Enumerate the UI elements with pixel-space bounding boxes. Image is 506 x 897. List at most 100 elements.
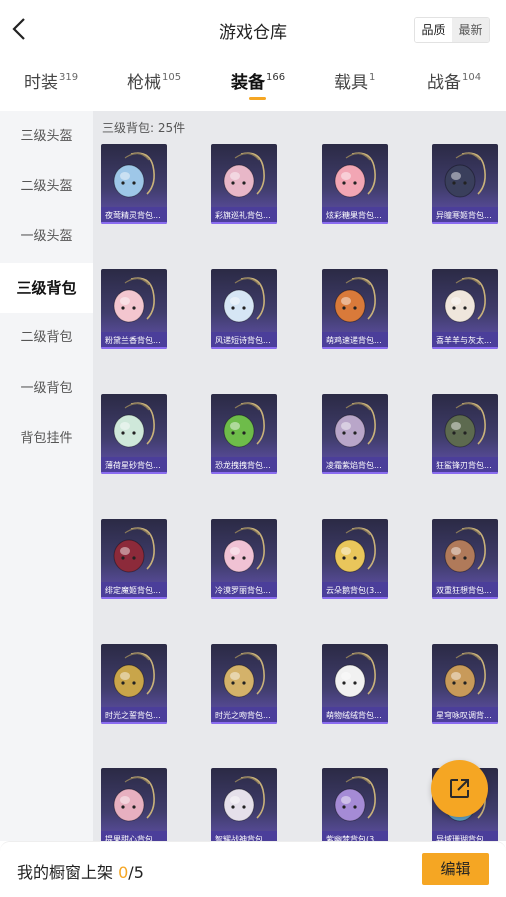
backpack-image — [211, 519, 277, 582]
tab-label: 战备 — [427, 73, 461, 93]
item-card[interactable]: 绯定魔姬背包... — [101, 519, 167, 599]
backpack-image — [101, 394, 167, 457]
item-card[interactable]: 冷漠罗丽背包... — [211, 519, 277, 599]
rarity-bar — [432, 472, 498, 474]
tab-label: 时装 — [24, 73, 58, 93]
category-tabs: 时装319 枪械105 装备166 载具1 战备104 — [0, 68, 506, 104]
sidebar-item-level2-helmet[interactable]: 二级头盔 — [0, 162, 93, 212]
item-card[interactable]: 萌物绒绒背包... — [322, 644, 388, 724]
item-name: 提果甜心背包... — [101, 831, 167, 841]
item-card[interactable]: 薄荷星砂背包... — [101, 394, 167, 474]
backpack-image — [432, 269, 498, 332]
rarity-bar — [211, 597, 277, 599]
item-name: 紫幽梦背包(3... — [322, 831, 388, 841]
tab-fashion[interactable]: 时装319 — [24, 68, 78, 102]
item-card[interactable]: 星穹咏叹调背... — [432, 644, 498, 724]
backpack-image — [432, 519, 498, 582]
showcase-count-current: 0 — [118, 863, 129, 882]
item-card[interactable]: 彩旗巡礼背包... — [211, 144, 277, 224]
tab-count: 104 — [462, 72, 482, 83]
item-card[interactable]: 凌霜紫焰背包... — [322, 394, 388, 474]
backpack-image — [101, 269, 167, 332]
backpack-image — [211, 768, 277, 831]
showcase-label-text: 我的橱窗上架 — [17, 863, 114, 882]
tab-label: 装备 — [231, 73, 265, 93]
rarity-bar — [211, 472, 277, 474]
rarity-bar — [101, 722, 167, 724]
sidebar-item-level3-helmet[interactable]: 三级头盔 — [0, 112, 93, 162]
backpack-image — [211, 644, 277, 707]
backpack-image — [432, 144, 498, 207]
backpack-image — [101, 519, 167, 582]
tab-supplies[interactable]: 战备104 — [427, 68, 481, 102]
item-card[interactable]: 夜莺精灵背包... — [101, 144, 167, 224]
sidebar-item-level1-backpack[interactable]: 一级背包 — [0, 364, 93, 414]
item-name: 智耀战神背包... — [211, 831, 277, 841]
backpack-image — [211, 394, 277, 457]
rarity-bar — [101, 222, 167, 224]
backpack-image — [322, 144, 388, 207]
tab-count: 319 — [59, 72, 79, 83]
item-card[interactable]: 狂鲨锋刃背包... — [432, 394, 498, 474]
rarity-bar — [432, 347, 498, 349]
backpack-image — [322, 644, 388, 707]
tab-guns[interactable]: 枪械105 — [127, 68, 181, 102]
backpack-image — [432, 644, 498, 707]
item-card[interactable]: 双重狂想背包... — [432, 519, 498, 599]
tab-label: 载具 — [334, 73, 368, 93]
item-card[interactable]: 萌鸡速递背包... — [322, 269, 388, 349]
rarity-bar — [432, 597, 498, 599]
item-card[interactable]: 时光之誓背包... — [101, 644, 167, 724]
rarity-bar — [211, 722, 277, 724]
rarity-bar — [101, 472, 167, 474]
rarity-bar — [211, 222, 277, 224]
tab-label: 枪械 — [127, 73, 161, 93]
item-name: 异域珊瑚背包... — [432, 831, 498, 841]
rarity-bar — [101, 347, 167, 349]
item-card[interactable]: 云朵鹅背包(3... — [322, 519, 388, 599]
rarity-bar — [322, 722, 388, 724]
tab-count: 166 — [266, 72, 286, 83]
item-card[interactable]: 异瞳寒姬背包... — [432, 144, 498, 224]
rarity-bar — [211, 347, 277, 349]
backpack-image — [322, 768, 388, 831]
sidebar-item-level2-backpack[interactable]: 二级背包 — [0, 313, 93, 363]
header: 游戏仓库 品质 最新 — [0, 0, 506, 60]
backpack-image — [322, 269, 388, 332]
backpack-image — [322, 394, 388, 457]
rarity-bar — [432, 222, 498, 224]
item-card[interactable]: 喜羊羊与灰太... — [432, 269, 498, 349]
share-external-icon[interactable] — [431, 760, 488, 817]
tab-count: 1 — [369, 72, 376, 83]
showcase-count-total: /5 — [128, 863, 144, 882]
rarity-bar — [322, 347, 388, 349]
edit-button[interactable]: 编辑 — [422, 853, 489, 885]
sidebar-item-level1-helmet[interactable]: 一级头盔 — [0, 212, 93, 262]
backpack-image — [211, 144, 277, 207]
sidebar-item-level3-backpack[interactable]: 三级背包 — [0, 263, 93, 313]
sort-latest-button[interactable]: 最新 — [452, 18, 489, 42]
showcase-footer: 我的橱窗上架 0/5 编辑 — [0, 841, 506, 897]
section-title: 三级背包: 25件 — [102, 121, 186, 135]
item-card[interactable]: 时光之吻背包... — [211, 644, 277, 724]
rarity-bar — [101, 597, 167, 599]
item-card[interactable]: 智耀战神背包... — [211, 768, 277, 841]
warehouse-screen: 游戏仓库 品质 最新 时装319 枪械105 装备166 载具1 战备104 三… — [0, 0, 506, 897]
tab-vehicles[interactable]: 载具1 — [334, 68, 375, 102]
item-card[interactable]: 粉黛兰香背包... — [101, 269, 167, 349]
backpack-image — [322, 519, 388, 582]
item-card[interactable]: 恐龙拽拽背包... — [211, 394, 277, 474]
backpack-image — [211, 269, 277, 332]
item-card[interactable]: 炫彩糖果背包... — [322, 144, 388, 224]
backpack-image — [432, 394, 498, 457]
sort-toggle: 品质 最新 — [414, 17, 490, 43]
item-card[interactable]: 紫幽梦背包(3... — [322, 768, 388, 841]
item-grid-area: 三级背包: 25件 夜莺精灵背包... 彩旗巡礼背包... 炫彩糖果背包... 异瞳寒… — [93, 111, 506, 841]
sort-quality-button[interactable]: 品质 — [415, 18, 452, 42]
sidebar: 三级头盔 二级头盔 一级头盔 三级背包 二级背包 一级背包 背包挂件 — [0, 111, 93, 841]
tab-count: 105 — [162, 72, 182, 83]
item-card[interactable]: 提果甜心背包... — [101, 768, 167, 841]
rarity-bar — [432, 722, 498, 724]
item-card[interactable]: 风递短诗背包... — [211, 269, 277, 349]
sidebar-item-backpack-charm[interactable]: 背包挂件 — [0, 414, 93, 464]
